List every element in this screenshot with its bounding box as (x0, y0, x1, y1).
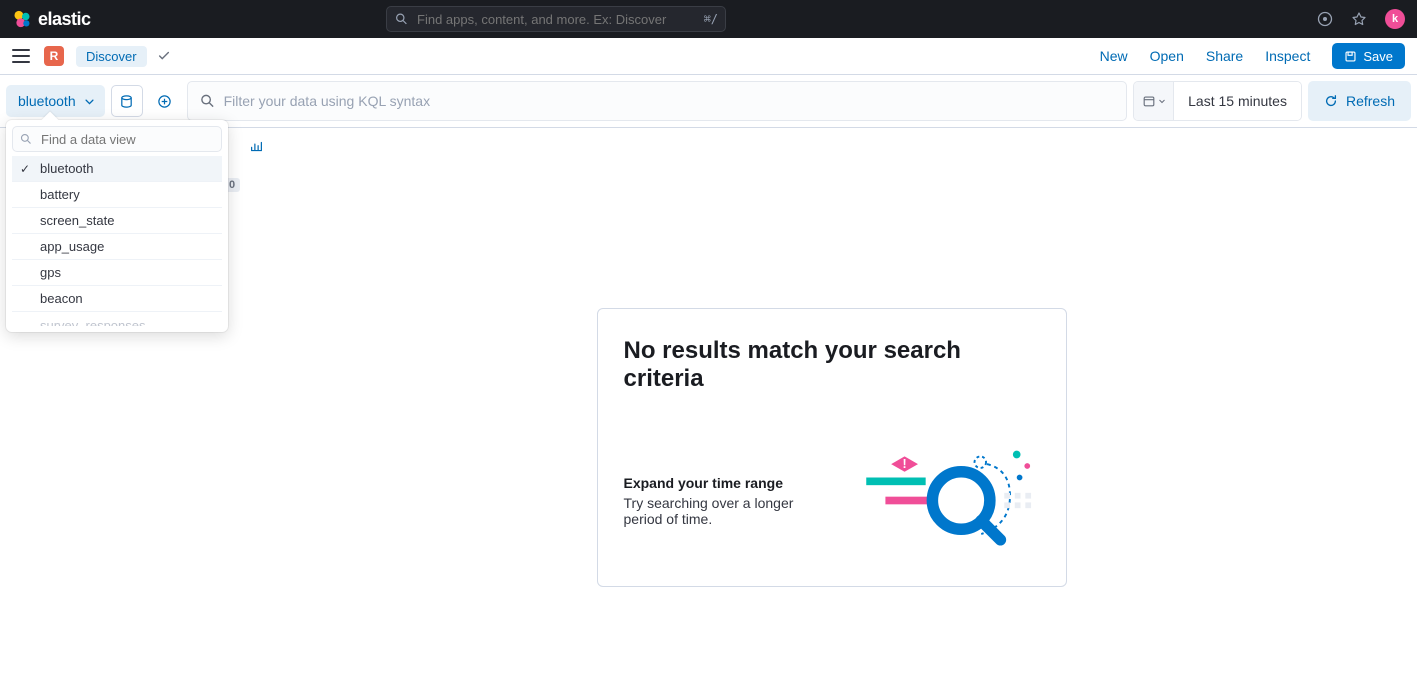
empty-heading: Expand your time range (624, 475, 835, 491)
calendar-icon (1142, 94, 1156, 108)
add-filter-button[interactable] (149, 85, 181, 117)
user-avatar[interactable]: k (1385, 9, 1405, 29)
save-icon (1344, 50, 1357, 63)
global-search: ⌘/ (386, 6, 726, 32)
kql-input[interactable] (188, 82, 1127, 120)
search-icon (200, 94, 215, 109)
dataview-item-survey-responses[interactable]: survey_responses (12, 312, 222, 326)
check-icon (157, 49, 171, 63)
empty-illustration-icon: ! (865, 443, 1040, 558)
dataview-popover: bluetooth battery screen_state app_usage… (6, 120, 228, 332)
chevron-down-icon (84, 96, 95, 107)
app-header: R Discover New Open Share Inspect Save (0, 38, 1417, 75)
breadcrumb-app[interactable]: Discover (76, 46, 147, 67)
help-icon[interactable] (1317, 11, 1333, 27)
time-picker: Last 15 minutes (1133, 81, 1302, 121)
share-button[interactable]: Share (1206, 48, 1243, 64)
filter-bar: bluetooth Last 15 minutes Refresh blueto… (0, 75, 1417, 128)
elastic-wordmark: elastic (38, 9, 91, 30)
elastic-logo-icon (12, 9, 32, 29)
inspect-button[interactable]: Inspect (1265, 48, 1310, 64)
chevron-down-icon (1158, 97, 1166, 105)
kql-query-bar (187, 81, 1128, 121)
refresh-icon (1324, 94, 1338, 108)
dataview-item-battery[interactable]: battery (12, 182, 222, 208)
nav-toggle-icon[interactable] (12, 49, 30, 63)
disk-icon (119, 94, 134, 109)
empty-title: No results match your search criteria (624, 337, 1040, 393)
dataview-selected-label: bluetooth (18, 93, 76, 109)
dataview-item-screen-state[interactable]: screen_state (12, 208, 222, 234)
dataview-item-gps[interactable]: gps (12, 260, 222, 286)
saved-query-button[interactable] (111, 85, 143, 117)
header-right: k (1317, 9, 1405, 29)
dataview-selector[interactable]: bluetooth (6, 85, 105, 117)
global-search-input[interactable] (386, 6, 726, 32)
time-picker-range[interactable]: Last 15 minutes (1174, 82, 1301, 120)
refresh-button[interactable]: Refresh (1308, 81, 1411, 121)
search-icon (20, 133, 32, 145)
save-label: Save (1363, 49, 1393, 64)
results-area: No results match your search criteria Ex… (246, 128, 1417, 587)
dataview-item-bluetooth[interactable]: bluetooth (12, 156, 222, 182)
empty-state: No results match your search criteria Ex… (597, 308, 1067, 587)
global-search-shortcut: ⌘/ (704, 12, 718, 26)
refresh-label: Refresh (1346, 93, 1395, 109)
dataview-list[interactable]: bluetooth battery screen_state app_usage… (12, 156, 222, 326)
new-button[interactable]: New (1100, 48, 1128, 64)
space-selector[interactable]: R (44, 46, 64, 66)
dataview-item-app-usage[interactable]: app_usage (12, 234, 222, 260)
elastic-logo[interactable]: elastic (12, 9, 91, 30)
plus-circle-icon (157, 94, 172, 109)
toggle-chart-icon[interactable] (250, 140, 263, 153)
time-picker-calendar-button[interactable] (1134, 82, 1174, 120)
search-icon (395, 13, 408, 26)
dataview-item-beacon[interactable]: beacon (12, 286, 222, 312)
empty-text: Expand your time range Try searching ove… (624, 475, 835, 527)
newsfeed-icon[interactable] (1351, 11, 1367, 27)
app-actions: New Open Share Inspect Save (1100, 43, 1405, 69)
svg-text:!: ! (902, 457, 906, 471)
dataview-search-input[interactable] (12, 126, 222, 152)
open-button[interactable]: Open (1150, 48, 1184, 64)
global-header: elastic ⌘/ k (0, 0, 1417, 38)
save-button[interactable]: Save (1332, 43, 1405, 69)
empty-body: Try searching over a longer period of ti… (624, 495, 794, 527)
